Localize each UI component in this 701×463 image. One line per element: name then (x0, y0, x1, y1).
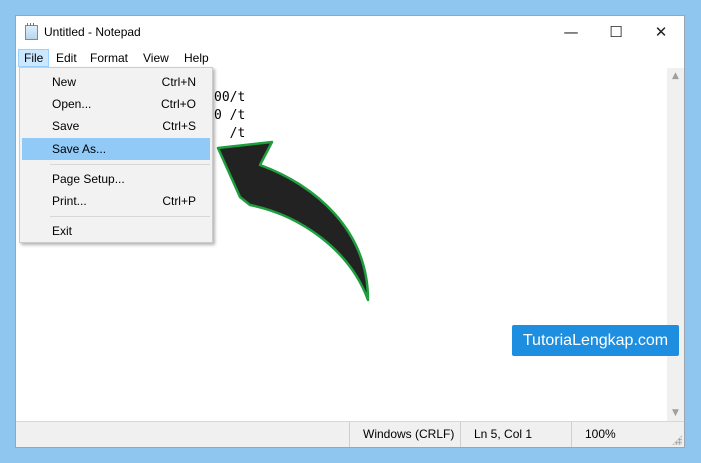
curved-arrow-icon (216, 140, 370, 302)
watermark-badge: TutoriaLengkap.com (512, 325, 679, 356)
